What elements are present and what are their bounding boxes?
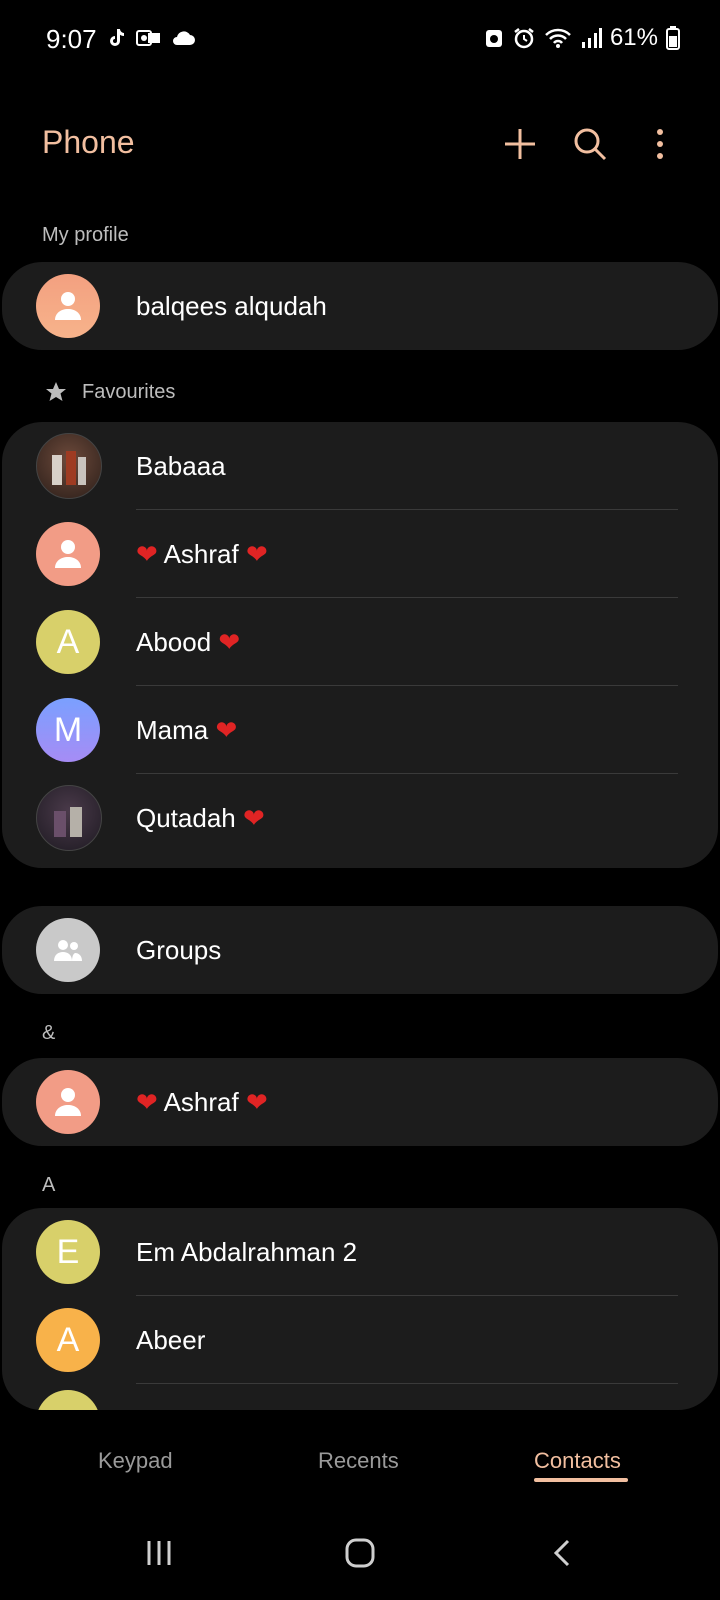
- contact-photo: [36, 785, 102, 851]
- heart-icon: ❤: [242, 802, 265, 833]
- contact-name-wrapper: Qutadah ❤: [136, 803, 265, 834]
- photo-icon: [52, 451, 86, 485]
- more-vert-icon: [657, 129, 663, 159]
- outlook-icon: [136, 30, 160, 46]
- profile-card[interactable]: balqees alqudah: [2, 262, 718, 350]
- list-item[interactable]: ❤ Ashraf ❤: [2, 1058, 718, 1146]
- avatar: [36, 918, 100, 982]
- groups-card[interactable]: Groups: [2, 906, 718, 994]
- tab-keypad[interactable]: Keypad: [98, 1448, 173, 1474]
- page-title: Phone: [42, 124, 135, 160]
- list-item[interactable]: E Em Abdalrahman 2: [2, 1208, 718, 1296]
- battery-icon: [666, 26, 680, 50]
- list-item[interactable]: Qutadah ❤: [2, 774, 718, 862]
- tab-recents[interactable]: Recents: [318, 1448, 399, 1474]
- back-icon[interactable]: [552, 1538, 572, 1568]
- contact-name: Em Abdalrahman 2: [136, 1236, 358, 1267]
- list-item[interactable]: Babaaa: [2, 422, 718, 510]
- signal-icon: [581, 28, 602, 48]
- notification-icons: [104, 26, 196, 50]
- more-options-button[interactable]: [640, 124, 680, 164]
- home-icon[interactable]: [344, 1536, 378, 1570]
- contact-name-wrapper: ❤ Ashraf ❤: [136, 539, 268, 570]
- contact-name: Abeer: [136, 1324, 206, 1355]
- amp-card: ❤ Ashraf ❤: [2, 1058, 718, 1146]
- heart-icon: ❤: [215, 714, 238, 745]
- a-card: E Em Abdalrahman 2 A Abeer: [2, 1208, 718, 1410]
- alarm-icon: [514, 28, 534, 49]
- list-item[interactable]: A Abeer: [2, 1296, 718, 1384]
- contact-photo: [36, 433, 102, 499]
- groups-label: Groups: [136, 934, 222, 965]
- status-time: 9:07: [46, 24, 97, 54]
- wifi-icon: [545, 28, 571, 48]
- favourites-label: Favourites: [82, 380, 176, 403]
- heart-icon: ❤: [136, 538, 158, 569]
- search-button[interactable]: [570, 124, 610, 164]
- list-item[interactable]: A Abood ❤: [2, 598, 718, 686]
- avatar: A: [36, 1308, 100, 1372]
- system-nav-bar: [0, 1520, 720, 1600]
- avatar: [36, 274, 100, 338]
- list-item-partial[interactable]: [2, 1384, 718, 1410]
- section-favourites: Favourites: [44, 380, 175, 404]
- contact-name: Babaaa: [136, 450, 226, 481]
- section-a: A: [42, 1174, 56, 1196]
- heart-icon: ❤: [136, 1086, 158, 1117]
- heart-icon: ❤: [245, 1086, 268, 1117]
- avatar: [36, 1070, 100, 1134]
- photo-icon: [54, 807, 82, 837]
- avatar: A: [36, 610, 100, 674]
- contact-name: Abood: [136, 626, 212, 657]
- person-icon: [55, 540, 81, 568]
- contact-name: Mama: [136, 714, 209, 745]
- contact-name-wrapper: Mama ❤: [136, 715, 237, 746]
- recent-apps-icon[interactable]: [144, 1538, 174, 1568]
- favourites-card: Babaaa ❤ Ashraf ❤ A Abood ❤ M Mama ❤ Qut…: [2, 422, 718, 868]
- active-tab-indicator: [534, 1478, 628, 1482]
- tiktok-icon: [110, 29, 124, 46]
- star-icon: [46, 382, 66, 401]
- plus-icon: [505, 129, 535, 159]
- groups-icon: [54, 940, 82, 961]
- list-item[interactable]: M Mama ❤: [2, 686, 718, 774]
- cloud-icon: [173, 31, 195, 45]
- person-icon: [55, 292, 81, 320]
- app-bar: Phone: [0, 110, 720, 180]
- add-contact-button[interactable]: [500, 124, 540, 164]
- system-status: 61%: [484, 24, 680, 52]
- status-bar: 9:07 61%: [0, 0, 720, 80]
- list-item[interactable]: ❤ Ashraf ❤: [2, 510, 718, 598]
- avatar: M: [36, 698, 100, 762]
- search-icon: [574, 128, 607, 161]
- person-icon: [55, 1088, 81, 1116]
- battery-percent: 61%: [609, 24, 658, 51]
- contact-name-wrapper: ❤ Ashraf ❤: [136, 1087, 268, 1118]
- tab-contacts[interactable]: Contacts: [534, 1448, 621, 1474]
- heart-icon: ❤: [218, 626, 241, 657]
- recycle-icon: [485, 30, 502, 47]
- contact-name-wrapper: Abood ❤: [136, 627, 240, 658]
- avatar: [36, 1390, 100, 1410]
- contact-name: Ashraf: [163, 1086, 239, 1117]
- contact-name: Qutadah: [136, 802, 236, 833]
- contact-name: Ashraf: [163, 538, 239, 569]
- section-amp: &: [42, 1022, 56, 1044]
- avatar: [36, 522, 100, 586]
- profile-name: balqees alqudah: [136, 290, 327, 321]
- heart-icon: ❤: [245, 538, 268, 569]
- avatar: E: [36, 1220, 100, 1284]
- section-my-profile: My profile: [42, 224, 129, 246]
- bottom-tab-bar: Keypad Recents Contacts: [0, 1440, 720, 1500]
